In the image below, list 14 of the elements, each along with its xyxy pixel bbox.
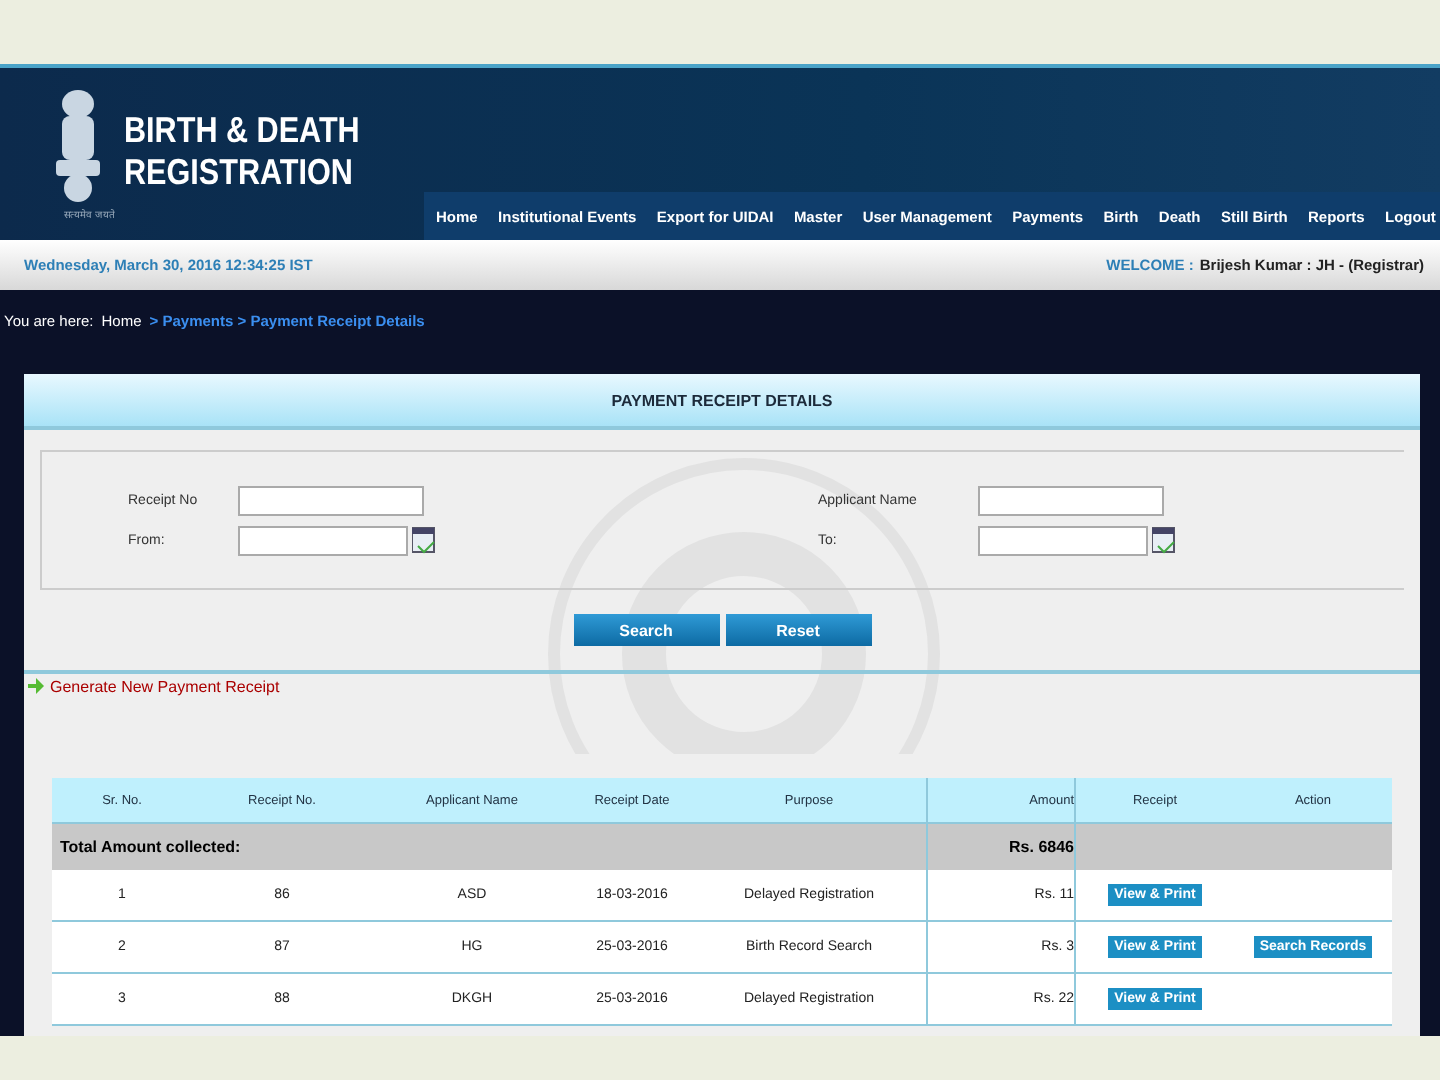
input-field[interactable] — [238, 485, 424, 515]
generate-receipt-link[interactable]: Generate New Payment Receipt — [50, 677, 280, 695]
site-title: BIRTH & DEATH REGISTRATION — [124, 110, 360, 194]
reset-button[interactable]: Reset — [725, 614, 871, 646]
total-label: Total Amount collected: — [52, 824, 926, 870]
arrow-icon — [28, 678, 44, 694]
panel-title: PAYMENT RECEIPT DETAILS — [24, 374, 1420, 430]
search-button[interactable]: Search — [573, 614, 719, 646]
total-amount: Rs. 6846 — [926, 824, 1074, 870]
calendar-icon[interactable] — [1152, 526, 1176, 554]
input-field[interactable] — [238, 525, 408, 555]
input-field[interactable] — [978, 525, 1148, 555]
calendar-icon[interactable] — [412, 526, 436, 554]
input-field[interactable] — [978, 485, 1164, 515]
